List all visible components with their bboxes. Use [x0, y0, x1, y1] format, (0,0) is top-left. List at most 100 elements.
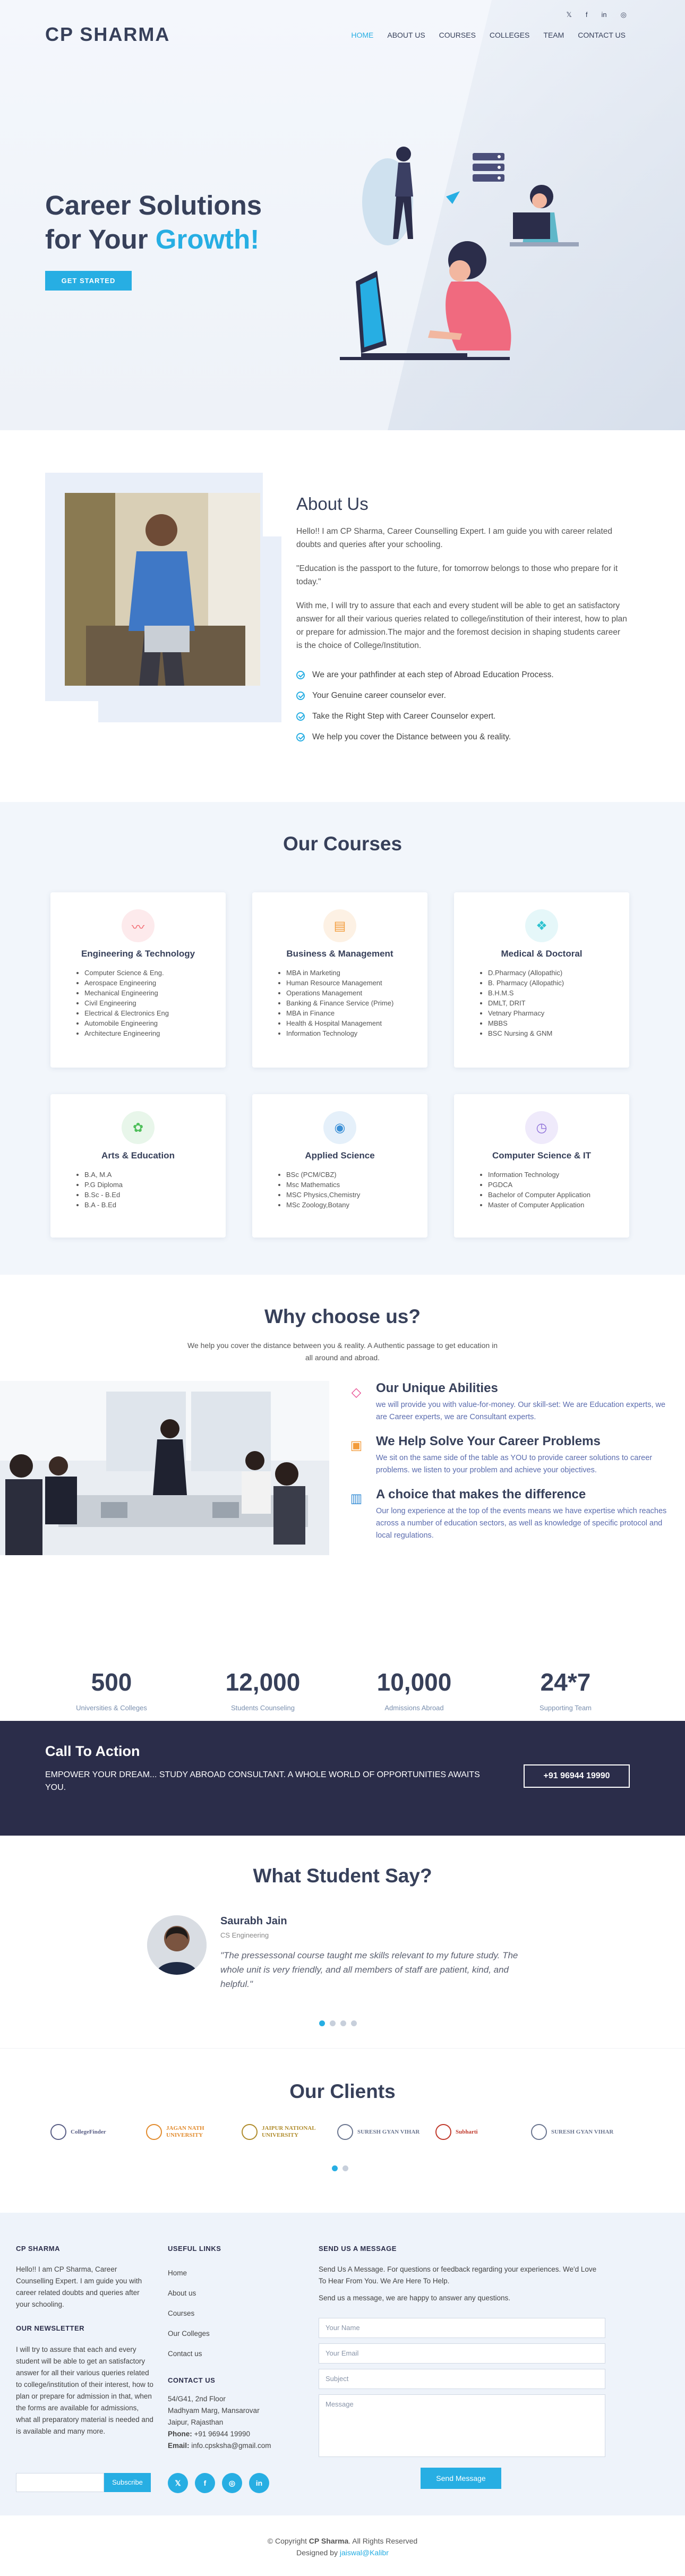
nav-home[interactable]: HOME [351, 31, 373, 39]
get-started-button[interactable]: GET STARTED [45, 271, 132, 291]
course-card-title: Medical & Doctoral [501, 949, 583, 959]
copyright-text: © Copyright CP Sharma. All Rights Reserv… [267, 2537, 418, 2545]
hero-section: 𝕏 f in ◎ CP SHARMA HOME ABOUT US COURSES… [0, 0, 685, 430]
client-logo[interactable]: JAIPUR NATIONAL UNIVERSITY [242, 2115, 331, 2149]
name-field[interactable]: Your Name [319, 2318, 605, 2338]
client-emblem-icon [337, 2124, 353, 2140]
twitter-icon[interactable]: 𝕏 [566, 11, 571, 19]
diamond-icon: ◇ [351, 1385, 362, 1400]
courses-section: Our Courses 〰 Engineering & Technology Com… [0, 802, 685, 1275]
list-item: Aerospace Engineering [84, 978, 169, 988]
cta-section: Call To Action EMPOWER YOUR DREAM... STU… [0, 1721, 685, 1836]
testimonials-section: What Student Say? Saurabh Jain CS Engine… [0, 1836, 685, 2048]
nav-courses[interactable]: COURSES [439, 31, 476, 39]
stat-label: Universities & Colleges [76, 1704, 147, 1712]
course-list: B.A, M.AP.G DiplomaB.Sc - B.EdB.A - B.Ed [76, 1170, 123, 1210]
testimonial-quote: "The pressessonal course taught me skill… [220, 1950, 518, 1989]
footer: CP SHARMA Hello!! I am CP Sharma, Career… [0, 2213, 685, 2515]
stat-value: 12,000 [225, 1668, 301, 1696]
list-item: MBA in Marketing [286, 968, 393, 978]
carousel-dot[interactable] [330, 2020, 336, 2026]
message-text-2: Send us a message, we are happy to answe… [319, 2294, 510, 2302]
course-card-title: Business & Management [286, 949, 393, 959]
client-name: SURESH GYAN VIHAR [357, 2128, 420, 2135]
message-textarea[interactable]: Message [319, 2394, 605, 2457]
nav-team[interactable]: TEAM [543, 31, 564, 39]
client-logo[interactable]: SURESH GYAN VIHAR [531, 2115, 620, 2149]
course-card: 〰 Engineering & Technology Computer Scienc… [50, 892, 226, 1068]
cta-phone-button[interactable]: +91 96944 19990 [524, 1764, 630, 1788]
why-subtitle: We help you cover the distance between y… [187, 1341, 498, 1362]
clients-title: Our Clients [289, 2080, 396, 2102]
footer-social-links: 𝕏 f ◎ in [168, 2473, 269, 2493]
about-photo [65, 493, 260, 686]
carousel-dot[interactable] [332, 2165, 338, 2171]
carousel-dot[interactable] [340, 2020, 346, 2026]
about-title: About Us [296, 494, 369, 514]
instagram-icon[interactable]: ◎ [621, 11, 627, 19]
email-field[interactable]: Your Email [319, 2343, 605, 2364]
cta-title: Call To Action [45, 1743, 140, 1759]
footer-link-home[interactable]: Home [168, 2269, 187, 2277]
list-item: Msc Mathematics [286, 1180, 360, 1190]
list-item: We help you cover the Distance between y… [296, 732, 554, 753]
list-item: Your Genuine career counselor ever. [296, 691, 554, 712]
carousel-dot[interactable] [319, 2020, 325, 2026]
list-item: Architecture Engineering [84, 1028, 169, 1038]
nav-about[interactable]: ABOUT US [387, 31, 425, 39]
nav-colleges[interactable]: COLLEGES [490, 31, 529, 39]
footer-link-contact[interactable]: Contact us [168, 2350, 202, 2358]
carousel-dot[interactable] [343, 2165, 348, 2171]
linkedin-icon[interactable]: in [249, 2473, 269, 2493]
twitter-icon[interactable]: 𝕏 [168, 2473, 188, 2493]
useful-links-title: USEFUL LINKS [168, 2245, 221, 2253]
clients-pagination [332, 2165, 348, 2171]
facebook-icon[interactable]: f [195, 2473, 215, 2493]
client-logo[interactable]: JAGAN NATH UNIVERSITY [146, 2115, 235, 2149]
footer-link-about[interactable]: About us [168, 2289, 196, 2297]
instagram-icon[interactable]: ◎ [222, 2473, 242, 2493]
feature-text: We sit on the same side of the table as … [376, 1454, 653, 1474]
footer-link-colleges[interactable]: Our Colleges [168, 2330, 210, 2338]
main-nav: HOME ABOUT US COURSES COLLEGES TEAM CONT… [351, 31, 626, 39]
stat-label: Supporting Team [539, 1704, 592, 1712]
list-item: B.A, M.A [84, 1170, 123, 1180]
about-body: With me, I will try to assure that each … [296, 601, 627, 650]
newsletter-email-input[interactable] [16, 2473, 104, 2492]
stat-value: 500 [91, 1668, 132, 1696]
linkedin-icon[interactable]: in [602, 11, 607, 19]
footer-link-courses[interactable]: Courses [168, 2309, 194, 2317]
feature-text: we will provide you with value-for-money… [376, 1401, 666, 1421]
client-emblem-icon [435, 2124, 451, 2140]
client-name: JAGAN NATH UNIVERSITY [166, 2125, 204, 2138]
list-item: Automobile Engineering [84, 1018, 169, 1028]
carousel-dot[interactable] [351, 2020, 357, 2026]
course-list: D.Pharmacy (Allopathic)B. Pharmacy (Allo… [480, 968, 564, 1038]
client-emblem-icon [242, 2124, 258, 2140]
list-item: Electrical & Electronics Eng [84, 1008, 169, 1018]
briefcase-icon: ▣ [350, 1438, 363, 1453]
client-name: CollegeFinder [71, 2128, 106, 2135]
list-item: Vetnary Pharmacy [488, 1008, 564, 1018]
nav-contact[interactable]: CONTACT US [578, 31, 626, 39]
list-item: P.G Diploma [84, 1180, 123, 1190]
stat-label: Admissions Abroad [384, 1704, 444, 1712]
client-logo[interactable]: SURESH GYAN VIHAR [337, 2115, 426, 2149]
designer-link[interactable]: jaiswal@Kalibr [340, 2548, 389, 2557]
course-card-title: Arts & Education [101, 1150, 175, 1161]
courses-title: Our Courses [282, 833, 403, 855]
feature-title: A choice that makes the difference [376, 1487, 586, 1502]
subject-field[interactable]: Subject [319, 2369, 605, 2389]
subscribe-button[interactable]: Subscribe [104, 2473, 151, 2492]
client-name: JAIPUR NATIONAL UNIVERSITY [262, 2125, 315, 2138]
copyright-bar: © Copyright CP Sharma. All Rights Reserv… [0, 2515, 685, 2576]
course-list: MBA in MarketingHuman Resource Managemen… [278, 968, 393, 1038]
client-logo[interactable]: Subharti [435, 2115, 525, 2149]
site-logo[interactable]: CP SHARMA [45, 23, 170, 46]
send-message-button[interactable]: Send Message [421, 2468, 501, 2489]
about-quote: "Education is the passport to the future… [296, 564, 618, 586]
facebook-icon[interactable]: f [586, 11, 588, 19]
course-icon: ◷ [525, 1111, 558, 1144]
client-logo[interactable]: CollegeFinder [50, 2115, 140, 2149]
course-card: ◉ Applied Science BSc (PCM/CBZ)Msc Mathema… [252, 1094, 427, 1238]
